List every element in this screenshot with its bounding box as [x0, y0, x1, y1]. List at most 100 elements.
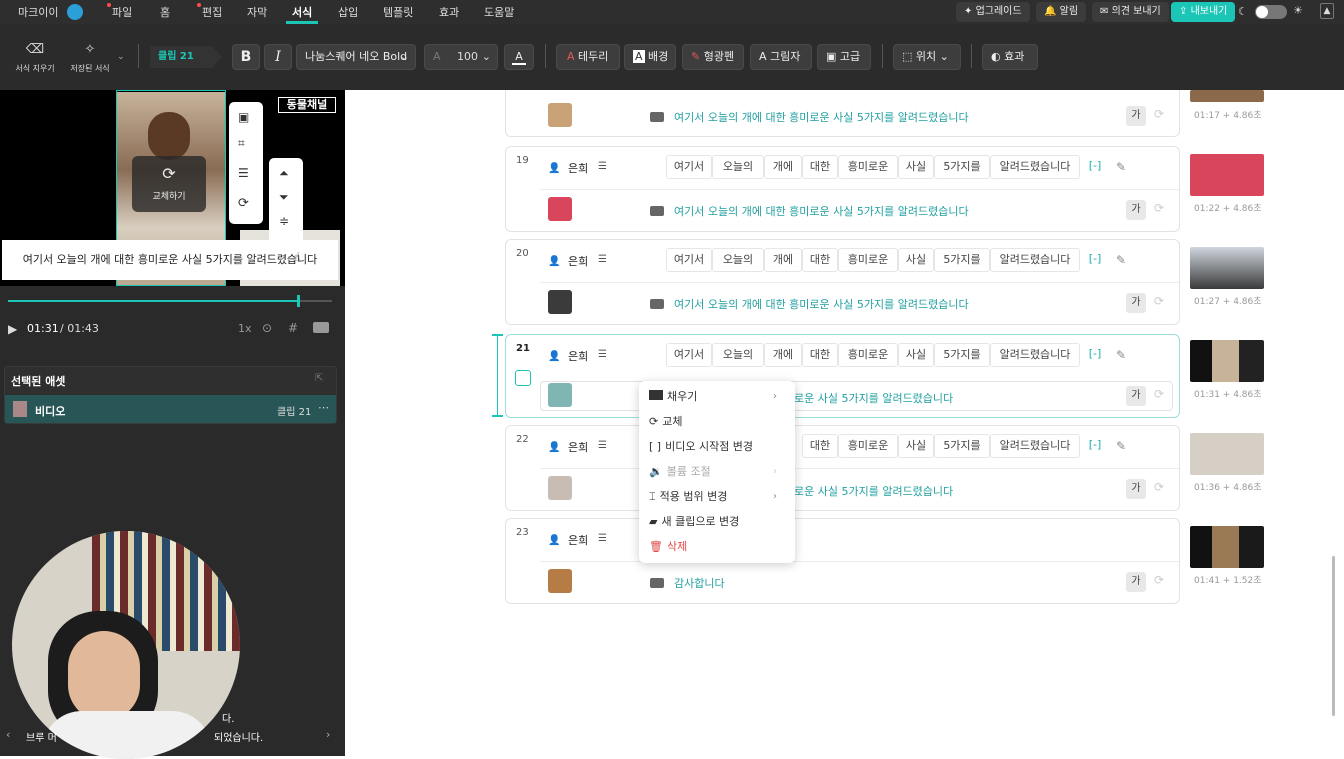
- loop-icon[interactable]: ⟳: [1154, 201, 1164, 215]
- user-avatar-icon[interactable]: [67, 4, 83, 20]
- word-chip[interactable]: 5가지를: [934, 434, 990, 458]
- export-button[interactable]: ⇪ 내보내기: [1171, 2, 1236, 22]
- word-chip[interactable]: 알려드렸습니다: [990, 343, 1080, 367]
- list-icon[interactable]: ☰: [598, 161, 607, 172]
- menu-item-fill[interactable]: 채우기: [649, 387, 697, 407]
- timeline-thumb[interactable]: [1190, 526, 1264, 568]
- menu-item-delete[interactable]: 🗑 삭제: [649, 537, 687, 557]
- script-row[interactable]: 여기서 오늘의 개에 대한 흥미로운 사실 5가지를 알려드렸습니다 가 ⟳: [505, 90, 1180, 137]
- silence-button[interactable]: [-]: [1084, 343, 1106, 367]
- word-chip[interactable]: 오늘의: [712, 343, 764, 367]
- row-subtitle[interactable]: 여기서 오늘의 개에 대한 흥미로운 사실 5가지를 알려드렸습니다: [674, 203, 969, 219]
- word-chip[interactable]: 사실: [898, 155, 934, 179]
- word-chip[interactable]: 흥미로운: [838, 343, 898, 367]
- word-chip[interactable]: 여기서: [666, 343, 712, 367]
- align-middle-icon[interactable]: ⏷: [279, 190, 289, 205]
- word-chip[interactable]: 사실: [898, 434, 934, 458]
- position-select[interactable]: ⬚ 위치 ⌄: [893, 44, 961, 70]
- background-button[interactable]: A 배경: [624, 44, 676, 70]
- word-chip[interactable]: 사실: [898, 343, 934, 367]
- subtitle-toggle-icon[interactable]: [313, 322, 329, 333]
- script-row[interactable]: 22 👤 은희 ☰ 대한 흥미로운 사실 5가지를 알려드렸습니다 [-] ✎ …: [505, 425, 1180, 511]
- text-color-button[interactable]: A: [504, 44, 534, 70]
- word-chip[interactable]: 사실: [898, 248, 934, 272]
- range-handle-top[interactable]: [492, 334, 503, 336]
- replace-overlay[interactable]: ⟳ 교체하기: [132, 156, 206, 212]
- highlight-button[interactable]: ✎ 형광펜: [682, 44, 744, 70]
- word-chip[interactable]: 오늘의: [712, 248, 764, 272]
- word-chip[interactable]: 알려드렸습니다: [990, 155, 1080, 179]
- word-chip[interactable]: 대한: [802, 248, 838, 272]
- word-chip[interactable]: 대한: [802, 155, 838, 179]
- video-preview[interactable]: 동물채널 ⟳ 교체하기 ▣ ⌗ ☰ ⟳ ⏶ ⏷ ≑ ≡ 여기서 오늘의 개에 대…: [0, 90, 345, 286]
- word-chip[interactable]: 흥미로운: [838, 248, 898, 272]
- speaker-name[interactable]: 은희: [568, 348, 588, 364]
- text-style-button[interactable]: 가: [1126, 293, 1146, 313]
- upgrade-button[interactable]: ✦ 업그레이드: [956, 2, 1030, 22]
- word-chip[interactable]: 여기서: [666, 248, 712, 272]
- word-chip[interactable]: 개에: [764, 343, 802, 367]
- menu-item-video-start[interactable]: [ ] 비디오 시작점 변경: [649, 437, 753, 457]
- saved-format-button[interactable]: ✧ 저장된 서식: [66, 42, 114, 74]
- menu-template[interactable]: 템플릿: [383, 4, 413, 20]
- row-subtitle[interactable]: 여기서 오늘의 개에 대한 흥미로운 사실 5가지를 알려드렸습니다: [674, 109, 969, 125]
- theme-toggle[interactable]: [1255, 5, 1287, 19]
- text-style-button[interactable]: 가: [1126, 200, 1146, 220]
- script-row-selected[interactable]: 21 👤 은희 ☰ 여기서 오늘의 개에 대한 흥미로운 사실 5가지를 알려드…: [505, 334, 1180, 418]
- word-chip[interactable]: 흥미로운: [838, 434, 898, 458]
- alarm-button[interactable]: 🔔 알림: [1036, 2, 1087, 22]
- row-subtitle[interactable]: 로운 사실 5가지를 알려드렸습니다: [794, 483, 953, 499]
- list-icon[interactable]: ☰: [598, 349, 607, 360]
- loop-icon[interactable]: ⟳: [1154, 294, 1164, 308]
- grid-icon[interactable]: #: [288, 321, 298, 335]
- swap-icon[interactable]: ⟳: [238, 196, 249, 211]
- advanced-button[interactable]: ▣ 고급: [817, 44, 871, 70]
- row-checkbox[interactable]: [515, 370, 531, 386]
- row-thumb[interactable]: [548, 103, 572, 127]
- word-chip[interactable]: 개에: [764, 155, 802, 179]
- layers-icon[interactable]: ☰: [238, 166, 249, 180]
- word-chip[interactable]: 대한: [802, 434, 838, 458]
- timeline-track[interactable]: [8, 295, 332, 307]
- caption-box[interactable]: 여기서 오늘의 개에 대한 흥미로운 사실 5가지를 알려드렸습니다: [2, 240, 338, 280]
- row-thumb[interactable]: [548, 290, 572, 314]
- range-handle-bottom[interactable]: [492, 415, 503, 417]
- word-chip[interactable]: 대한: [802, 343, 838, 367]
- external-link-icon[interactable]: ⇱: [315, 373, 323, 384]
- speaker-name[interactable]: 은희: [568, 160, 588, 176]
- list-icon[interactable]: ☰: [598, 533, 607, 544]
- menu-item-range[interactable]: ⌶ 적용 범위 변경: [649, 487, 727, 507]
- asset-item[interactable]: 비디오 클립 21 ⋯: [5, 395, 336, 423]
- menu-edit[interactable]: 편집: [197, 3, 222, 20]
- word-chip[interactable]: 5가지를: [934, 155, 990, 179]
- scrollbar-thumb[interactable]: [1332, 556, 1335, 716]
- menu-effect[interactable]: 효과: [439, 4, 459, 20]
- crop-icon[interactable]: ⌗: [238, 136, 245, 151]
- pencil-icon[interactable]: ✎: [1116, 348, 1126, 362]
- loop-icon[interactable]: ⟳: [1154, 107, 1164, 121]
- collapse-icon[interactable]: ▲: [1320, 3, 1334, 19]
- script-row[interactable]: 19 👤 은희 ☰ 여기서 오늘의 개에 대한 흥미로운 사실 5가지를 알려드…: [505, 146, 1180, 232]
- menu-file[interactable]: 파일: [107, 3, 132, 20]
- row-subtitle[interactable]: 감사합니다: [674, 575, 725, 591]
- script-row[interactable]: 20 👤 은희 ☰ 여기서 오늘의 개에 대한 흥미로운 사실 5가지를 알려드…: [505, 239, 1180, 325]
- row-subtitle[interactable]: 여기서 오늘의 개에 대한 흥미로운 사실 5가지를 알려드렸습니다: [674, 296, 969, 312]
- speaker-name[interactable]: 은희: [568, 439, 588, 455]
- next-arrow-icon[interactable]: ›: [326, 728, 330, 741]
- word-chip[interactable]: 5가지를: [934, 248, 990, 272]
- loop-icon[interactable]: ⟳: [1154, 573, 1164, 587]
- list-icon[interactable]: ☰: [598, 254, 607, 265]
- pencil-icon[interactable]: ✎: [1116, 253, 1126, 267]
- word-chip[interactable]: 흥미로운: [838, 155, 898, 179]
- menu-subtitle[interactable]: 자막: [247, 4, 267, 20]
- row-thumb[interactable]: [548, 569, 572, 593]
- timeline-thumb[interactable]: [1190, 340, 1264, 382]
- menu-item-new-clip[interactable]: ▰ 새 클립으로 변경: [649, 512, 739, 532]
- text-style-button[interactable]: 가: [1126, 479, 1146, 499]
- text-style-button[interactable]: 가: [1126, 106, 1146, 126]
- prev-arrow-icon[interactable]: ‹: [6, 728, 10, 741]
- row-subtitle[interactable]: 로운 사실 5가지를 알려드렸습니다: [794, 390, 953, 406]
- silence-button[interactable]: [-]: [1084, 155, 1106, 179]
- word-chip[interactable]: 5가지를: [934, 343, 990, 367]
- chevron-down-icon[interactable]: ⌄: [117, 52, 125, 62]
